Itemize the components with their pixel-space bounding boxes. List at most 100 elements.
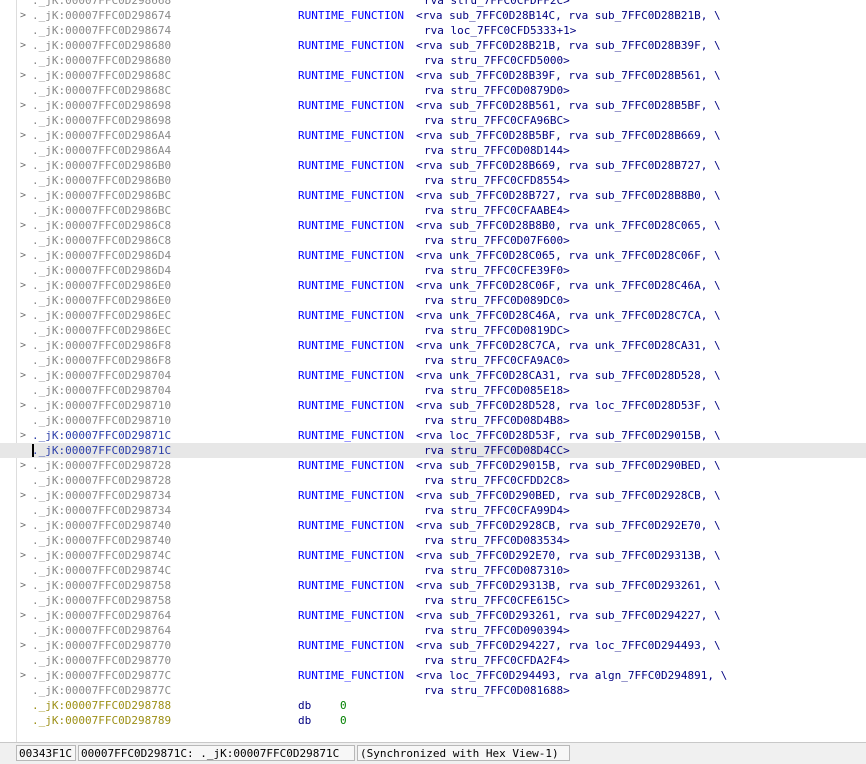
expand-arrow-icon[interactable]: > [20,338,28,353]
row-address[interactable]: ._jK:00007FFC0D29871C [32,443,171,458]
listing-row[interactable]: ._jK:00007FFC0D2986C8 rva stru_7FFC0D07F6… [0,233,866,248]
row-address[interactable]: ._jK:00007FFC0D298680 [32,38,171,53]
row-address[interactable]: ._jK:00007FFC0D29868C [32,68,171,83]
row-address[interactable]: ._jK:00007FFC0D298698 [32,98,171,113]
listing-row[interactable]: ._jK:00007FFC0D29874C rva stru_7FFC0D0873… [0,563,866,578]
listing-row[interactable]: > ._jK:00007FFC0D29871C RUNTIME_FUNCTION <r… [0,428,866,443]
row-address[interactable]: ._jK:00007FFC0D298728 [32,473,171,488]
listing-row[interactable]: > ._jK:00007FFC0D2986D4 RUNTIME_FUNCTION <r… [0,248,866,263]
row-address[interactable]: ._jK:00007FFC0D298789 [32,713,171,728]
listing-row[interactable]: > ._jK:00007FFC0D298734 RUNTIME_FUNCTION <r… [0,488,866,503]
row-address[interactable]: ._jK:00007FFC0D298758 [32,578,171,593]
row-address[interactable]: ._jK:00007FFC0D298788 [32,698,171,713]
listing-row[interactable]: > ._jK:00007FFC0D298704 RUNTIME_FUNCTION <r… [0,368,866,383]
listing-row[interactable]: > ._jK:00007FFC0D298758 RUNTIME_FUNCTION <r… [0,578,866,593]
row-address[interactable]: ._jK:00007FFC0D2986E0 [32,278,171,293]
row-address[interactable]: ._jK:00007FFC0D298710 [32,398,171,413]
listing-row[interactable]: > ._jK:00007FFC0D2986B0 RUNTIME_FUNCTION <r… [0,158,866,173]
expand-arrow-icon[interactable]: > [20,458,28,473]
row-address[interactable]: ._jK:00007FFC0D2986E0 [32,293,171,308]
listing-row[interactable]: > ._jK:00007FFC0D298698 RUNTIME_FUNCTION <r… [0,98,866,113]
listing-row[interactable]: > ._jK:00007FFC0D2986BC RUNTIME_FUNCTION <r… [0,188,866,203]
expand-arrow-icon[interactable]: > [20,218,28,233]
listing-row[interactable]: ._jK:00007FFC0D29868C rva stru_7FFC0D0879… [0,83,866,98]
listing-row[interactable]: > ._jK:00007FFC0D298674 RUNTIME_FUNCTION <r… [0,8,866,23]
row-address[interactable]: ._jK:00007FFC0D2986BC [32,188,171,203]
listing-row[interactable]: > ._jK:00007FFC0D298710 RUNTIME_FUNCTION <r… [0,398,866,413]
row-address[interactable]: ._jK:00007FFC0D2986F8 [32,353,171,368]
listing-row[interactable]: ._jK:00007FFC0D298674 rva loc_7FFC0CFD533… [0,23,866,38]
listing-row[interactable]: > ._jK:00007FFC0D298680 RUNTIME_FUNCTION <r… [0,38,866,53]
row-address[interactable]: ._jK:00007FFC0D298770 [32,638,171,653]
expand-arrow-icon[interactable]: > [20,668,28,683]
disassembly-listing[interactable]: ._jK:00007FFC0D298668 rva stru_7FFC0CFDFF… [0,0,866,742]
listing-row[interactable]: > ._jK:00007FFC0D29877C RUNTIME_FUNCTION <r… [0,668,866,683]
row-address[interactable]: ._jK:00007FFC0D298674 [32,23,171,38]
row-address[interactable]: ._jK:00007FFC0D29874C [32,563,171,578]
row-address[interactable]: ._jK:00007FFC0D298758 [32,593,171,608]
row-address[interactable]: ._jK:00007FFC0D2986C8 [32,218,171,233]
row-address[interactable]: ._jK:00007FFC0D2986D4 [32,263,171,278]
row-address[interactable]: ._jK:00007FFC0D298680 [32,53,171,68]
row-address[interactable]: ._jK:00007FFC0D2986EC [32,308,171,323]
row-address[interactable]: ._jK:00007FFC0D298728 [32,458,171,473]
expand-arrow-icon[interactable]: > [20,8,28,23]
listing-row[interactable]: ._jK:00007FFC0D2986F8 rva stru_7FFC0CFA9A… [0,353,866,368]
listing-row[interactable]: > ._jK:00007FFC0D2986F8 RUNTIME_FUNCTION <r… [0,338,866,353]
listing-row[interactable]: ._jK:00007FFC0D2986D4 rva stru_7FFC0CFE39… [0,263,866,278]
row-address[interactable]: ._jK:00007FFC0D298740 [32,518,171,533]
expand-arrow-icon[interactable]: > [20,368,28,383]
row-address[interactable]: ._jK:00007FFC0D298710 [32,413,171,428]
listing-row[interactable]: ._jK:00007FFC0D298788 db 0 [0,698,866,713]
listing-row[interactable]: ._jK:00007FFC0D298698 rva stru_7FFC0CFA96… [0,113,866,128]
listing-row[interactable]: > ._jK:00007FFC0D298770 RUNTIME_FUNCTION <r… [0,638,866,653]
expand-arrow-icon[interactable]: > [20,488,28,503]
expand-arrow-icon[interactable]: > [20,608,28,623]
listing-row[interactable]: > ._jK:00007FFC0D2986EC RUNTIME_FUNCTION <r… [0,308,866,323]
listing-row[interactable]: ._jK:00007FFC0D298680 rva stru_7FFC0CFD50… [0,53,866,68]
row-address[interactable]: ._jK:00007FFC0D298764 [32,623,171,638]
expand-arrow-icon[interactable]: > [20,248,28,263]
listing-row[interactable]: ._jK:00007FFC0D2986EC rva stru_7FFC0D0819… [0,323,866,338]
expand-arrow-icon[interactable]: > [20,398,28,413]
row-address[interactable]: ._jK:00007FFC0D298770 [32,653,171,668]
row-address[interactable]: ._jK:00007FFC0D2986B0 [32,173,171,188]
row-address[interactable]: ._jK:00007FFC0D2986A4 [32,128,171,143]
listing-row[interactable]: ._jK:00007FFC0D298764 rva stru_7FFC0D0903… [0,623,866,638]
listing-row[interactable]: > ._jK:00007FFC0D298764 RUNTIME_FUNCTION <r… [0,608,866,623]
expand-arrow-icon[interactable]: > [20,278,28,293]
row-address[interactable]: ._jK:00007FFC0D2986EC [32,323,171,338]
listing-row[interactable]: > ._jK:00007FFC0D2986C8 RUNTIME_FUNCTION <r… [0,218,866,233]
listing-row[interactable]: ._jK:00007FFC0D298704 rva stru_7FFC0D085E… [0,383,866,398]
listing-row[interactable]: ._jK:00007FFC0D298789 db 0 [0,713,866,728]
row-address[interactable]: ._jK:00007FFC0D29871C [32,428,171,443]
row-address[interactable]: ._jK:00007FFC0D29874C [32,548,171,563]
listing-row[interactable]: ._jK:00007FFC0D2986B0 rva stru_7FFC0CFD85… [0,173,866,188]
expand-arrow-icon[interactable]: > [20,68,28,83]
listing-row[interactable]: ._jK:00007FFC0D298734 rva stru_7FFC0CFA99… [0,503,866,518]
row-address[interactable]: ._jK:00007FFC0D29868C [32,83,171,98]
listing-row[interactable]: > ._jK:00007FFC0D2986A4 RUNTIME_FUNCTION <r… [0,128,866,143]
listing-row[interactable]: > ._jK:00007FFC0D298740 RUNTIME_FUNCTION <r… [0,518,866,533]
listing-row[interactable]: ._jK:00007FFC0D298770 rva stru_7FFC0CFDA2… [0,653,866,668]
expand-arrow-icon[interactable]: > [20,98,28,113]
row-address[interactable]: ._jK:00007FFC0D2986B0 [32,158,171,173]
row-address[interactable]: ._jK:00007FFC0D298698 [32,113,171,128]
listing-row[interactable]: ._jK:00007FFC0D298710 rva stru_7FFC0D08D4… [0,413,866,428]
row-address[interactable]: ._jK:00007FFC0D2986F8 [32,338,171,353]
listing-row[interactable]: ._jK:00007FFC0D2986A4 rva stru_7FFC0D08D1… [0,143,866,158]
row-address[interactable]: ._jK:00007FFC0D29877C [32,683,171,698]
expand-arrow-icon[interactable]: > [20,548,28,563]
expand-arrow-icon[interactable]: > [20,578,28,593]
listing-row[interactable]: ._jK:00007FFC0D29877C rva stru_7FFC0D0816… [0,683,866,698]
listing-row[interactable]: ._jK:00007FFC0D298740 rva stru_7FFC0D0835… [0,533,866,548]
row-address[interactable]: ._jK:00007FFC0D29877C [32,668,171,683]
row-address[interactable]: ._jK:00007FFC0D2986C8 [32,233,171,248]
row-address[interactable]: ._jK:00007FFC0D2986BC [32,203,171,218]
listing-row-current[interactable]: ._jK:00007FFC0D29871C rva stru_7FFC0D08D4… [0,443,866,458]
row-address[interactable]: ._jK:00007FFC0D298668 [32,0,171,8]
row-address[interactable]: ._jK:00007FFC0D298704 [32,383,171,398]
expand-arrow-icon[interactable]: > [20,188,28,203]
listing-row[interactable]: ._jK:00007FFC0D2986E0 rva stru_7FFC0D089D… [0,293,866,308]
expand-arrow-icon[interactable]: > [20,308,28,323]
